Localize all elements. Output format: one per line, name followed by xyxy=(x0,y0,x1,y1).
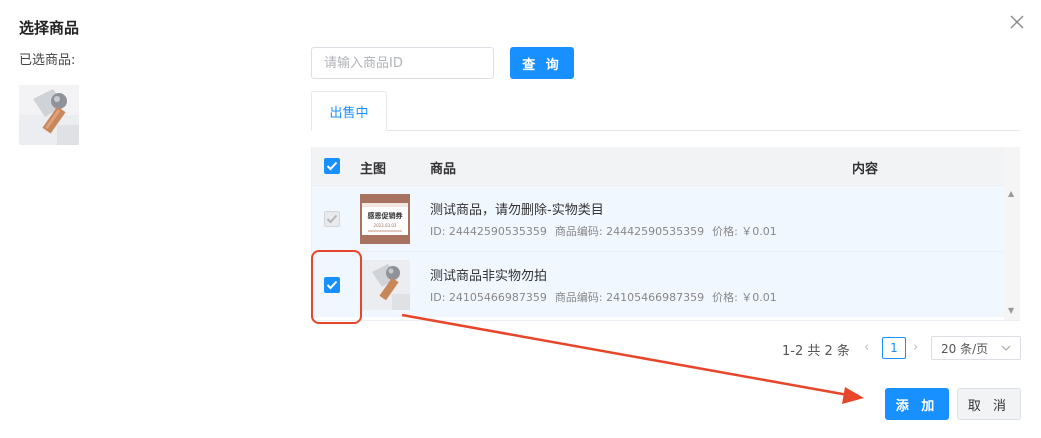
scroll-up-icon[interactable]: ▲ xyxy=(1008,189,1014,198)
table-row: 测试商品非实物勿拍 ID: 24105466987359 商品编码: 241054… xyxy=(312,251,1004,317)
product-meta: ID: 24105466987359 商品编码: 24105466987359 价格… xyxy=(430,289,785,305)
product-thumbnail xyxy=(360,260,410,310)
dialog-title: 选择商品 xyxy=(19,19,80,37)
product-price: 价格: ￥0.01 xyxy=(712,291,777,304)
select-all-checkbox[interactable] xyxy=(324,158,340,174)
pagination-total: 1-2 共 2 条 xyxy=(782,344,850,359)
table-header: 主图 商品 内容 xyxy=(312,147,1004,185)
product-name: 测试商品非实物勿拍 xyxy=(430,269,548,284)
product-id-search-input[interactable] xyxy=(311,47,494,79)
product-id: ID: 24105466987359 xyxy=(430,291,547,304)
row-checkbox[interactable] xyxy=(324,277,340,293)
product-thumbnail: 感恩促销券 2023.03.03 xyxy=(360,194,410,244)
chevron-down-icon xyxy=(1001,345,1011,351)
thumb-banner-text: 感恩促销券 xyxy=(368,211,404,220)
page-number-current[interactable]: 1 xyxy=(882,337,906,359)
search-button[interactable]: 查 询 xyxy=(510,47,574,79)
tabs-divider xyxy=(311,130,1020,131)
thumb-caption-text: 2023.03.03 xyxy=(374,223,397,228)
scroll-down-icon[interactable]: ▼ xyxy=(1008,306,1014,315)
row-checkbox-disabled xyxy=(324,211,340,227)
column-header-image: 主图 xyxy=(360,162,387,177)
page-size-select[interactable]: 20 条/页 xyxy=(931,336,1021,360)
table-scrollbar[interactable] xyxy=(1004,147,1020,320)
tab-on-sale[interactable]: 出售中 xyxy=(311,91,387,131)
add-button[interactable]: 添 加 xyxy=(885,388,949,420)
selected-product-thumbnail xyxy=(19,85,79,145)
check-icon xyxy=(326,214,338,224)
product-name: 测试商品，请勿删除-实物类目 xyxy=(430,203,604,218)
page-size-value: 20 条/页 xyxy=(941,341,989,356)
product-code: 商品编码: 24105466987359 xyxy=(554,291,705,304)
product-meta: ID: 24442590535359 商品编码: 24442590535359 价格… xyxy=(430,223,785,239)
cancel-button[interactable]: 取 消 xyxy=(957,388,1021,420)
close-icon[interactable] xyxy=(1009,14,1025,30)
next-page-icon[interactable]: › xyxy=(913,340,918,355)
selected-products-label: 已选商品: xyxy=(19,53,76,68)
product-table: 主图 商品 内容 感恩促销券 2023.03.03 测试商品，请勿删除-实物类目… xyxy=(311,147,1020,321)
check-icon xyxy=(326,280,338,290)
product-price: 价格: ￥0.01 xyxy=(712,225,777,238)
product-code: 商品编码: 24442590535359 xyxy=(554,225,705,238)
prev-page-icon[interactable]: ‹ xyxy=(864,340,869,355)
table-row: 感恩促销券 2023.03.03 测试商品，请勿删除-实物类目 ID: 2444… xyxy=(312,185,1004,251)
column-header-content: 内容 xyxy=(852,162,879,177)
column-header-product: 商品 xyxy=(430,162,457,177)
product-id: ID: 24442590535359 xyxy=(430,225,547,238)
check-icon xyxy=(326,161,338,171)
